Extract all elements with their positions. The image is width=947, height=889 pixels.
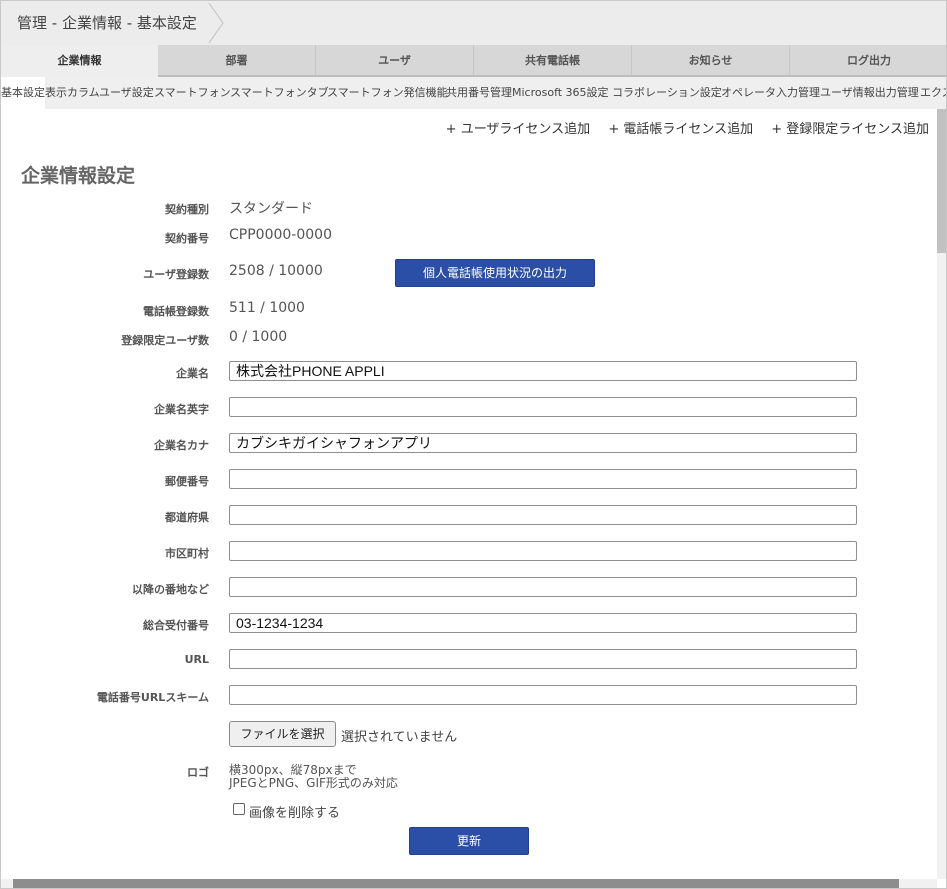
contract-number-label: 契約番号 <box>165 232 209 245</box>
subtab-smartphone-dial[interactable]: スマートフォン発信機能 <box>327 77 448 109</box>
subtab-smartphone-tab[interactable]: スマートフォンタブ <box>230 77 329 109</box>
subtab-user-info-output[interactable]: ユーザ情報出力管理 <box>820 77 919 109</box>
tab-company-info[interactable]: 企業情報 <box>1 45 158 77</box>
tab-log-output[interactable]: ログ出力 <box>790 45 946 77</box>
vertical-scrollbar[interactable] <box>937 109 946 879</box>
file-status-text: 選択されていません <box>341 730 458 745</box>
city-input[interactable] <box>229 541 857 561</box>
limited-user-count-label: 登録限定ユーザ数 <box>121 334 209 347</box>
add-user-license-link[interactable]: + ユーザライセンス追加 <box>446 122 591 137</box>
add-phonebook-license-link[interactable]: + 電話帳ライセンス追加 <box>608 122 753 137</box>
contract-type-value: スタンダード <box>229 201 313 217</box>
limited-user-count-value: 0 / 1000 <box>229 329 288 345</box>
admin-window: 管理 - 企業情報 - 基本設定 企業情報 部署 ユーザ 共有電話帳 お知らせ … <box>0 0 947 889</box>
phonebook-count-value: 511 / 1000 <box>229 300 305 316</box>
prefecture-label: 都道府県 <box>165 511 209 524</box>
phonebook-count-label: 電話帳登録数 <box>143 305 209 318</box>
postal-code-label: 郵便番号 <box>165 475 209 488</box>
prefecture-input[interactable] <box>229 505 857 525</box>
contract-type-label: 契約種別 <box>165 203 209 216</box>
company-name-en-input[interactable] <box>229 397 857 417</box>
update-button[interactable]: 更新 <box>409 827 529 855</box>
vertical-scrollbar-thumb[interactable] <box>937 109 946 253</box>
choose-file-button[interactable]: ファイルを選択 <box>229 721 336 747</box>
company-name-kana-label: 企業名カナ <box>154 439 209 452</box>
contract-number-value: CPP0000-0000 <box>229 227 332 243</box>
company-name-kana-input[interactable]: カブシキガイシャフォンアプリ <box>229 433 857 453</box>
delete-image-checkbox[interactable] <box>233 803 245 815</box>
address-label: 以降の番地など <box>132 583 209 596</box>
delete-image-label[interactable]: 画像を削除する <box>249 802 340 821</box>
subtab-smartphone[interactable]: スマートフォン <box>154 77 231 109</box>
user-count-label: ユーザ登録数 <box>143 268 209 281</box>
horizontal-scrollbar[interactable] <box>1 879 937 888</box>
tab-shared-phonebook[interactable]: 共有電話帳 <box>474 45 632 77</box>
city-label: 市区町村 <box>165 547 209 560</box>
url-label: URL <box>184 653 209 666</box>
tab-user[interactable]: ユーザ <box>316 45 474 77</box>
subtab-microsoft-365[interactable]: Microsoft 365設定 <box>512 77 609 109</box>
url-scheme-input[interactable] <box>229 685 857 705</box>
logo-format-note: JPEGとPNG、GIF形式のみ対応 <box>229 776 398 790</box>
export-usage-button[interactable]: 個人電話帳使用状況の出力 <box>395 259 595 287</box>
breadcrumb-chevron-icon <box>208 2 224 44</box>
subtab-basic-settings[interactable]: 基本設定 <box>1 77 45 109</box>
subtab-user-settings[interactable]: ユーザ設定 <box>99 77 154 109</box>
user-count-value: 2508 / 10000 <box>229 263 323 279</box>
subtab-shared-number[interactable]: 共用番号管理 <box>446 77 512 109</box>
breadcrumb: 管理 - 企業情報 - 基本設定 <box>1 1 946 45</box>
subtab-collaboration[interactable]: コラボレーション設定 <box>612 77 722 109</box>
company-name-label: 企業名 <box>176 367 209 380</box>
breadcrumb-text: 管理 - 企業情報 - 基本設定 <box>17 14 197 32</box>
logo-label: ロゴ <box>187 766 209 779</box>
sub-tabs: 基本設定 表示カラム ユーザ設定 スマートフォン スマートフォンタブ スマートフ… <box>1 77 946 109</box>
page-title: 企業情報設定 <box>21 165 136 187</box>
address-input[interactable] <box>229 577 857 597</box>
subtab-display-columns[interactable]: 表示カラム <box>45 77 100 109</box>
license-links: + ユーザライセンス追加 + 電話帳ライセンス追加 + 登録限定ライセンス追加 <box>432 118 929 137</box>
url-scheme-label: 電話番号URLスキーム <box>96 691 209 704</box>
postal-code-input[interactable] <box>229 469 857 489</box>
company-name-input[interactable]: 株式会社PHONE APPLI <box>229 361 857 381</box>
main-phone-label: 総合受付番号 <box>143 619 209 632</box>
main-tabs: 企業情報 部署 ユーザ 共有電話帳 お知らせ ログ出力 <box>1 45 946 77</box>
horizontal-scrollbar-thumb[interactable] <box>13 879 899 888</box>
tab-department[interactable]: 部署 <box>158 45 316 77</box>
main-content: + ユーザライセンス追加 + 電話帳ライセンス追加 + 登録限定ライセンス追加 … <box>1 109 937 879</box>
company-name-en-label: 企業名英字 <box>154 403 209 416</box>
add-limited-license-link[interactable]: + 登録限定ライセンス追加 <box>771 122 929 137</box>
main-phone-input[interactable]: 03-1234-1234 <box>229 613 857 633</box>
subtab-export[interactable]: エクスポート <box>920 77 946 109</box>
tab-notices[interactable]: お知らせ <box>632 45 790 77</box>
url-input[interactable] <box>229 649 857 669</box>
subtab-operator-input[interactable]: オペレータ入力管理 <box>721 77 820 109</box>
